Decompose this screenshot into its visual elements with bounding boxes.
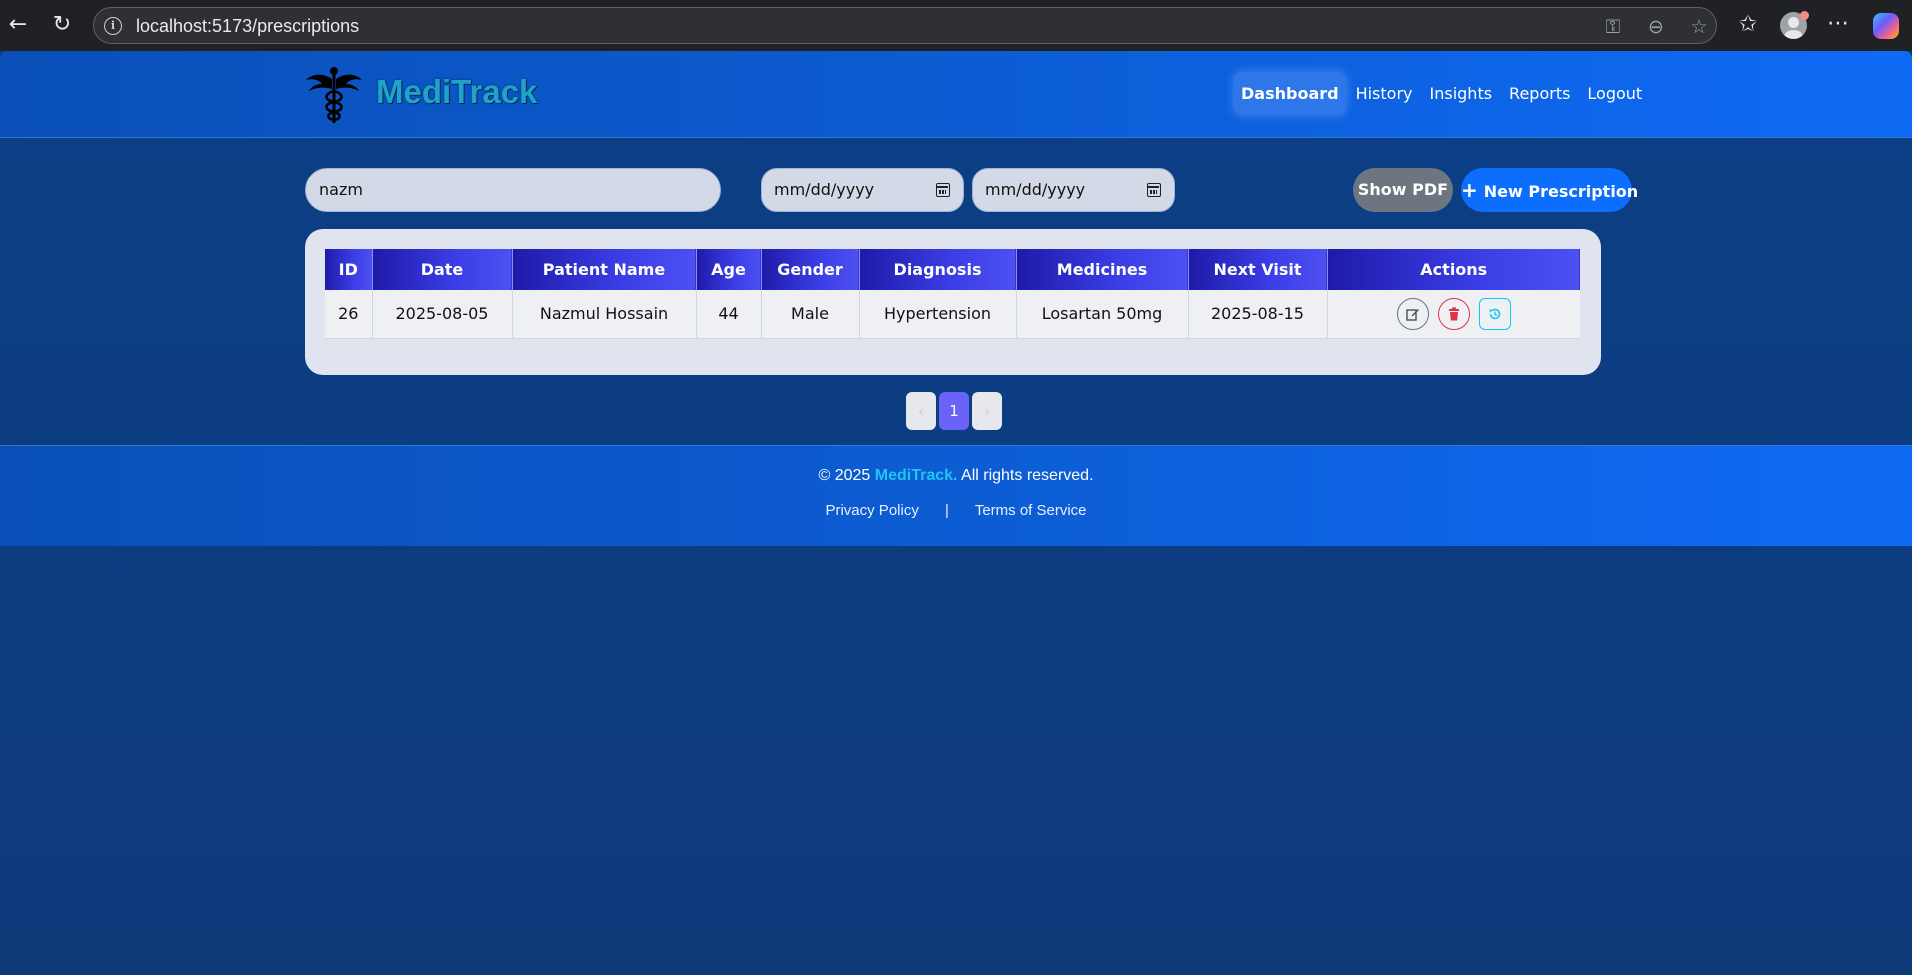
column-header-id[interactable]: ID — [325, 249, 373, 290]
favorites-icon[interactable]: ✩ — [1734, 11, 1762, 39]
cell-medicines: Losartan 50mg — [1016, 290, 1189, 339]
history-icon — [1489, 308, 1501, 319]
cell-actions — [1327, 290, 1580, 339]
cell-diagnosis: Hypertension — [859, 290, 1017, 339]
pagination-page-1[interactable]: 1 — [939, 392, 969, 430]
table-row: 26 2025-08-05 Nazmul Hossain 44 Male Hyp… — [325, 290, 1580, 339]
site-info-icon[interactable]: i — [104, 17, 122, 35]
column-header-gender[interactable]: Gender — [761, 249, 860, 290]
terms-of-service-link[interactable]: Terms of Service — [975, 502, 1087, 519]
copyright-prefix: © 2025 — [818, 467, 871, 484]
back-arrow-icon[interactable]: ← — [4, 11, 32, 39]
footer: © 2025 MediTrack. All rights reserved. P… — [0, 445, 1912, 546]
app-root: MediTrack Dashboard History Insights Rep… — [0, 51, 1912, 975]
date-from-placeholder: mm/dd/yyyy — [774, 180, 875, 199]
pagination-next-button[interactable]: › — [972, 392, 1002, 430]
pagination: ‹ 1 › — [906, 392, 1005, 430]
key-icon[interactable]: ⚿ — [1601, 15, 1625, 39]
new-prescription-label: New Prescription — [1483, 182, 1639, 201]
column-header-date[interactable]: Date — [372, 249, 513, 290]
plus-icon: + — [1461, 178, 1478, 202]
address-url: localhost:5173/prescriptions — [136, 16, 360, 36]
brand-logo-text[interactable]: MediTrack — [376, 73, 537, 111]
nav-history[interactable]: History — [1349, 72, 1420, 115]
cell-patient-name: Nazmul Hossain — [512, 290, 697, 339]
footer-links: Privacy Policy | Terms of Service — [0, 502, 1912, 519]
delete-button[interactable] — [1437, 297, 1470, 330]
new-prescription-button[interactable]: + New Prescription — [1461, 168, 1638, 212]
footer-copyright: © 2025 MediTrack. All rights reserved. — [0, 467, 1912, 485]
calendar-icon[interactable] — [936, 183, 950, 197]
column-header-diagnosis[interactable]: Diagnosis — [859, 249, 1017, 290]
address-bar[interactable]: i localhost:5173/prescriptions ⚿ ⊖ ☆ — [93, 7, 1717, 44]
pagination-prev-button[interactable]: ‹ — [906, 392, 936, 430]
table-header-row: ID Date Patient Name Age Gender Diagnosi… — [325, 249, 1580, 290]
date-from-input[interactable]: mm/dd/yyyy — [761, 168, 964, 212]
copyright-suffix: All rights reserved. — [961, 467, 1094, 484]
calendar-icon[interactable] — [1147, 183, 1161, 197]
caduceus-logo-icon[interactable] — [305, 65, 363, 125]
zoom-out-icon[interactable]: ⊖ — [1644, 15, 1668, 39]
history-button[interactable] — [1478, 297, 1511, 330]
cell-age: 44 — [696, 290, 762, 339]
more-options-icon[interactable]: ⋯ — [1824, 10, 1852, 38]
trash-icon — [1448, 307, 1459, 321]
column-header-actions: Actions — [1327, 249, 1580, 290]
date-to-input[interactable]: mm/dd/yyyy — [972, 168, 1175, 212]
browser-toolbar: ← ↻ i localhost:5173/prescriptions ⚿ ⊖ ☆… — [0, 0, 1912, 51]
cell-next-visit: 2025-08-15 — [1188, 290, 1328, 339]
reload-icon[interactable]: ↻ — [48, 11, 76, 39]
nav-insights[interactable]: Insights — [1423, 72, 1500, 115]
cell-id: 26 — [325, 290, 373, 339]
nav-reports[interactable]: Reports — [1502, 72, 1577, 115]
nav-links: Dashboard History Insights Reports Logou… — [1234, 72, 1652, 115]
footer-separator: | — [945, 502, 949, 519]
favorite-star-icon[interactable]: ☆ — [1687, 15, 1711, 39]
nav-dashboard[interactable]: Dashboard — [1234, 72, 1346, 115]
edit-icon — [1405, 308, 1419, 321]
privacy-policy-link[interactable]: Privacy Policy — [825, 502, 918, 519]
navbar: MediTrack Dashboard History Insights Rep… — [0, 51, 1912, 138]
search-input[interactable]: nazm — [305, 168, 721, 212]
footer-brand: MediTrack. — [874, 467, 958, 484]
date-to-placeholder: mm/dd/yyyy — [985, 180, 1086, 199]
prescriptions-table: ID Date Patient Name Age Gender Diagnosi… — [325, 249, 1580, 339]
prescriptions-card: ID Date Patient Name Age Gender Diagnosi… — [305, 229, 1601, 375]
copilot-icon[interactable] — [1873, 13, 1899, 39]
column-header-age[interactable]: Age — [696, 249, 762, 290]
notification-dot — [1800, 11, 1809, 20]
edit-button[interactable] — [1396, 297, 1429, 330]
column-header-next-visit[interactable]: Next Visit — [1188, 249, 1328, 290]
nav-logout[interactable]: Logout — [1580, 72, 1649, 115]
column-header-medicines[interactable]: Medicines — [1016, 249, 1189, 290]
show-pdf-button[interactable]: Show PDF — [1353, 168, 1453, 212]
column-header-patient-name[interactable]: Patient Name — [512, 249, 697, 290]
cell-date: 2025-08-05 — [372, 290, 513, 339]
cell-gender: Male — [761, 290, 860, 339]
